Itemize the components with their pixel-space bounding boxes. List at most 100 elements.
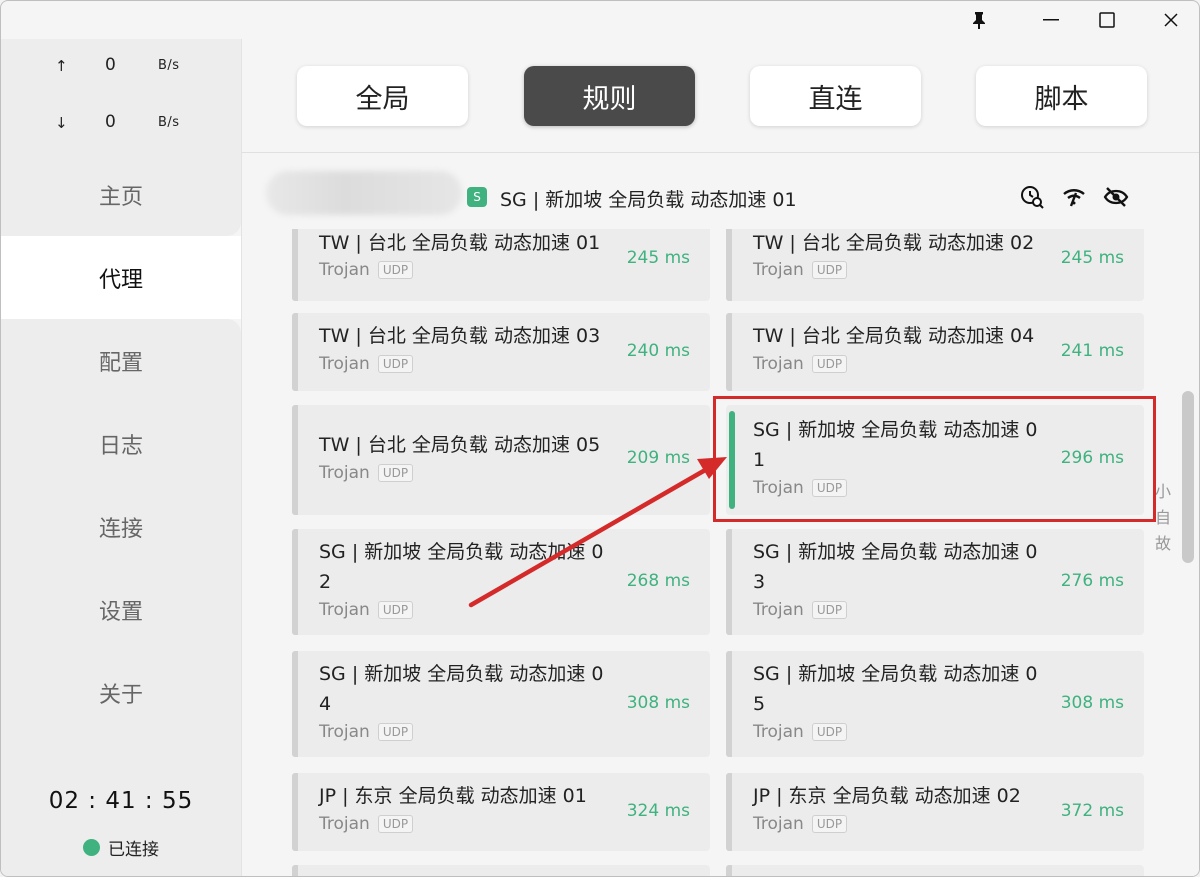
- proxy-card[interactable]: JP | 东京 全局负载 动态加速 02 Trojan UDP 372 ms: [726, 773, 1144, 851]
- proxy-name: JP | 东京 全局负载 动态加速 01: [319, 785, 587, 807]
- proxy-latency[interactable]: 241 ms: [1061, 341, 1124, 361]
- udp-tag: UDP: [811, 723, 848, 741]
- upload-unit: B/s: [158, 58, 180, 73]
- udp-tag: UDP: [377, 723, 414, 741]
- upload-arrow-icon: ↑: [55, 57, 68, 75]
- nav-item-connections[interactable]: 连接: [1, 485, 241, 568]
- proxy-latency[interactable]: 268 ms: [627, 571, 690, 591]
- sidebar-footer: 02 : 41 : 55 已连接: [1, 734, 241, 876]
- udp-tag: UDP: [811, 355, 848, 373]
- uptime-timer: 02 : 41 : 55: [48, 788, 194, 814]
- udp-tag: UDP: [811, 601, 848, 619]
- selected-proxy-name: SG | 新加坡 全局负载 动态加速 01: [500, 189, 797, 211]
- download-value: 0: [105, 112, 116, 132]
- proxy-meta: Trojan UDP: [319, 814, 414, 834]
- udp-tag: UDP: [377, 261, 414, 279]
- nav-item-proxy[interactable]: 代理: [1, 236, 241, 319]
- download-speed: ↓ 0 B/s: [1, 110, 241, 140]
- proxy-card[interactable]: [726, 865, 1144, 876]
- proxy-card[interactable]: TW | 台北 全局负载 动态加速 05 Trojan UDP 209 ms: [292, 405, 710, 515]
- proxy-card[interactable]: TW | 台北 全局负载 动态加速 04 Trojan UDP 241 ms: [726, 313, 1144, 391]
- proxy-meta: Trojan UDP: [319, 722, 414, 742]
- proxy-protocol: Trojan: [753, 814, 804, 834]
- proxy-meta: Trojan UDP: [753, 814, 848, 834]
- mode-global-button[interactable]: 全局: [297, 66, 468, 126]
- proxy-latency[interactable]: 245 ms: [627, 248, 690, 268]
- proxy-card[interactable]: TW | 台北 全局负载 动态加速 02 Trojan UDP 245 ms: [726, 229, 1144, 301]
- proxy-name: SG | 新加坡 全局负载 动态加速 0 2: [319, 541, 604, 593]
- upload-speed: ↑ 0 B/s: [1, 53, 241, 83]
- proxy-name: TW | 台北 全局负载 动态加速 02: [753, 232, 1035, 254]
- proxy-meta: Trojan UDP: [319, 354, 414, 374]
- app-window: ↑ 0 B/s ↓ 0 B/s 主页 代理 配置 日志 连接 设置 关于 02 …: [0, 0, 1200, 877]
- proxy-card[interactable]: SG | 新加坡 全局负载 动态加速 0 4 Trojan UDP 308 ms: [292, 651, 710, 757]
- wifi-icon[interactable]: [1060, 183, 1088, 211]
- upload-value: 0: [105, 55, 116, 75]
- proxy-latency[interactable]: 209 ms: [627, 448, 690, 468]
- proxy-card[interactable]: SG | 新加坡 全局负载 动态加速 0 2 Trojan UDP 268 ms: [292, 529, 710, 635]
- hide-icon[interactable]: [1102, 183, 1130, 211]
- sidebar: ↑ 0 B/s ↓ 0 B/s 主页 代理 配置 日志 连接 设置 关于 02 …: [1, 39, 241, 876]
- proxy-latency[interactable]: 308 ms: [1061, 693, 1124, 713]
- proxy-protocol: Trojan: [319, 354, 370, 374]
- proxy-card[interactable]: SG | 新加坡 全局负载 动态加速 0 5 Trojan UDP 308 ms: [726, 651, 1144, 757]
- proxy-meta: Trojan UDP: [319, 260, 414, 280]
- mode-direct-button[interactable]: 直连: [750, 66, 921, 126]
- proxy-card-selected[interactable]: SG | 新加坡 全局负载 动态加速 0 1 Trojan UDP 296 ms: [726, 405, 1144, 515]
- proxy-name: SG | 新加坡 全局负载 动态加速 0 5: [753, 663, 1038, 715]
- nav-item-settings[interactable]: 设置: [1, 568, 241, 651]
- proxy-card[interactable]: [292, 865, 710, 876]
- proxy-meta: Trojan UDP: [753, 260, 848, 280]
- proxy-name: SG | 新加坡 全局负载 动态加速 0 3: [753, 541, 1038, 593]
- status-label: 已连接: [108, 840, 159, 860]
- traffic-panel: ↑ 0 B/s ↓ 0 B/s: [1, 39, 241, 153]
- proxy-protocol: Trojan: [753, 478, 804, 498]
- latency-test-icon[interactable]: [1018, 183, 1046, 211]
- proxy-latency[interactable]: 240 ms: [627, 341, 690, 361]
- nav-item-profiles[interactable]: 配置: [1, 319, 241, 402]
- nav-item-home[interactable]: 主页: [1, 153, 241, 236]
- proxy-latency[interactable]: 296 ms: [1061, 448, 1124, 468]
- nav-item-logs[interactable]: 日志: [1, 402, 241, 485]
- group-name-redacted: [266, 171, 462, 215]
- minimize-icon[interactable]: [1021, 1, 1081, 39]
- proxy-card[interactable]: SG | 新加坡 全局负载 动态加速 0 3 Trojan UDP 276 ms: [726, 529, 1144, 635]
- proxy-meta: Trojan UDP: [753, 600, 848, 620]
- mode-script-button[interactable]: 脚本: [976, 66, 1147, 126]
- proxy-meta: Trojan UDP: [753, 722, 848, 742]
- nav-item-about[interactable]: 关于: [1, 651, 241, 734]
- proxy-name: TW | 台北 全局负载 动态加速 05: [319, 434, 601, 456]
- proxy-meta: Trojan UDP: [753, 478, 848, 498]
- proxy-name: JP | 东京 全局负载 动态加速 02: [753, 785, 1021, 807]
- udp-tag: UDP: [811, 261, 848, 279]
- proxy-protocol: Trojan: [319, 463, 370, 483]
- proxy-card[interactable]: JP | 东京 全局负载 动态加速 01 Trojan UDP 324 ms: [292, 773, 710, 851]
- proxy-latency[interactable]: 324 ms: [627, 801, 690, 821]
- proxy-latency[interactable]: 372 ms: [1061, 801, 1124, 821]
- proxy-protocol: Trojan: [319, 814, 370, 834]
- close-icon[interactable]: [1141, 1, 1199, 39]
- main-panel: 全局 规则 直连 脚本 S SG | 新加坡 全局负载 动态加速 01 TW |: [241, 39, 1199, 876]
- proxy-group-header[interactable]: S SG | 新加坡 全局负载 动态加速 01: [242, 153, 1199, 229]
- proxy-grid: TW | 台北 全局负载 动态加速 01 Trojan UDP 245 ms TW…: [292, 229, 1152, 876]
- proxy-protocol: Trojan: [319, 600, 370, 620]
- proxy-card[interactable]: TW | 台北 全局负载 动态加速 01 Trojan UDP 245 ms: [292, 229, 710, 301]
- proxy-name: TW | 台北 全局负载 动态加速 01: [319, 232, 601, 254]
- proxy-name: TW | 台北 全局负载 动态加速 03: [319, 325, 601, 347]
- proxy-latency[interactable]: 276 ms: [1061, 571, 1124, 591]
- download-arrow-icon: ↓: [55, 114, 68, 132]
- proxy-latency[interactable]: 308 ms: [627, 693, 690, 713]
- mode-selector: 全局 规则 直连 脚本: [242, 39, 1199, 153]
- selected-badge: S: [467, 187, 487, 207]
- proxy-card[interactable]: TW | 台北 全局负载 动态加速 03 Trojan UDP 240 ms: [292, 313, 710, 391]
- side-text: 小 自 故: [1154, 482, 1171, 553]
- proxy-meta: Trojan UDP: [753, 354, 848, 374]
- scrollbar[interactable]: [1182, 391, 1194, 563]
- mode-rule-button[interactable]: 规则: [524, 66, 695, 126]
- udp-tag: UDP: [811, 479, 848, 497]
- pin-icon[interactable]: [949, 1, 1009, 39]
- maximize-icon[interactable]: [1077, 1, 1137, 39]
- connection-status: 已连接: [83, 835, 159, 860]
- proxy-latency[interactable]: 245 ms: [1061, 248, 1124, 268]
- proxy-name: TW | 台北 全局负载 动态加速 04: [753, 325, 1035, 347]
